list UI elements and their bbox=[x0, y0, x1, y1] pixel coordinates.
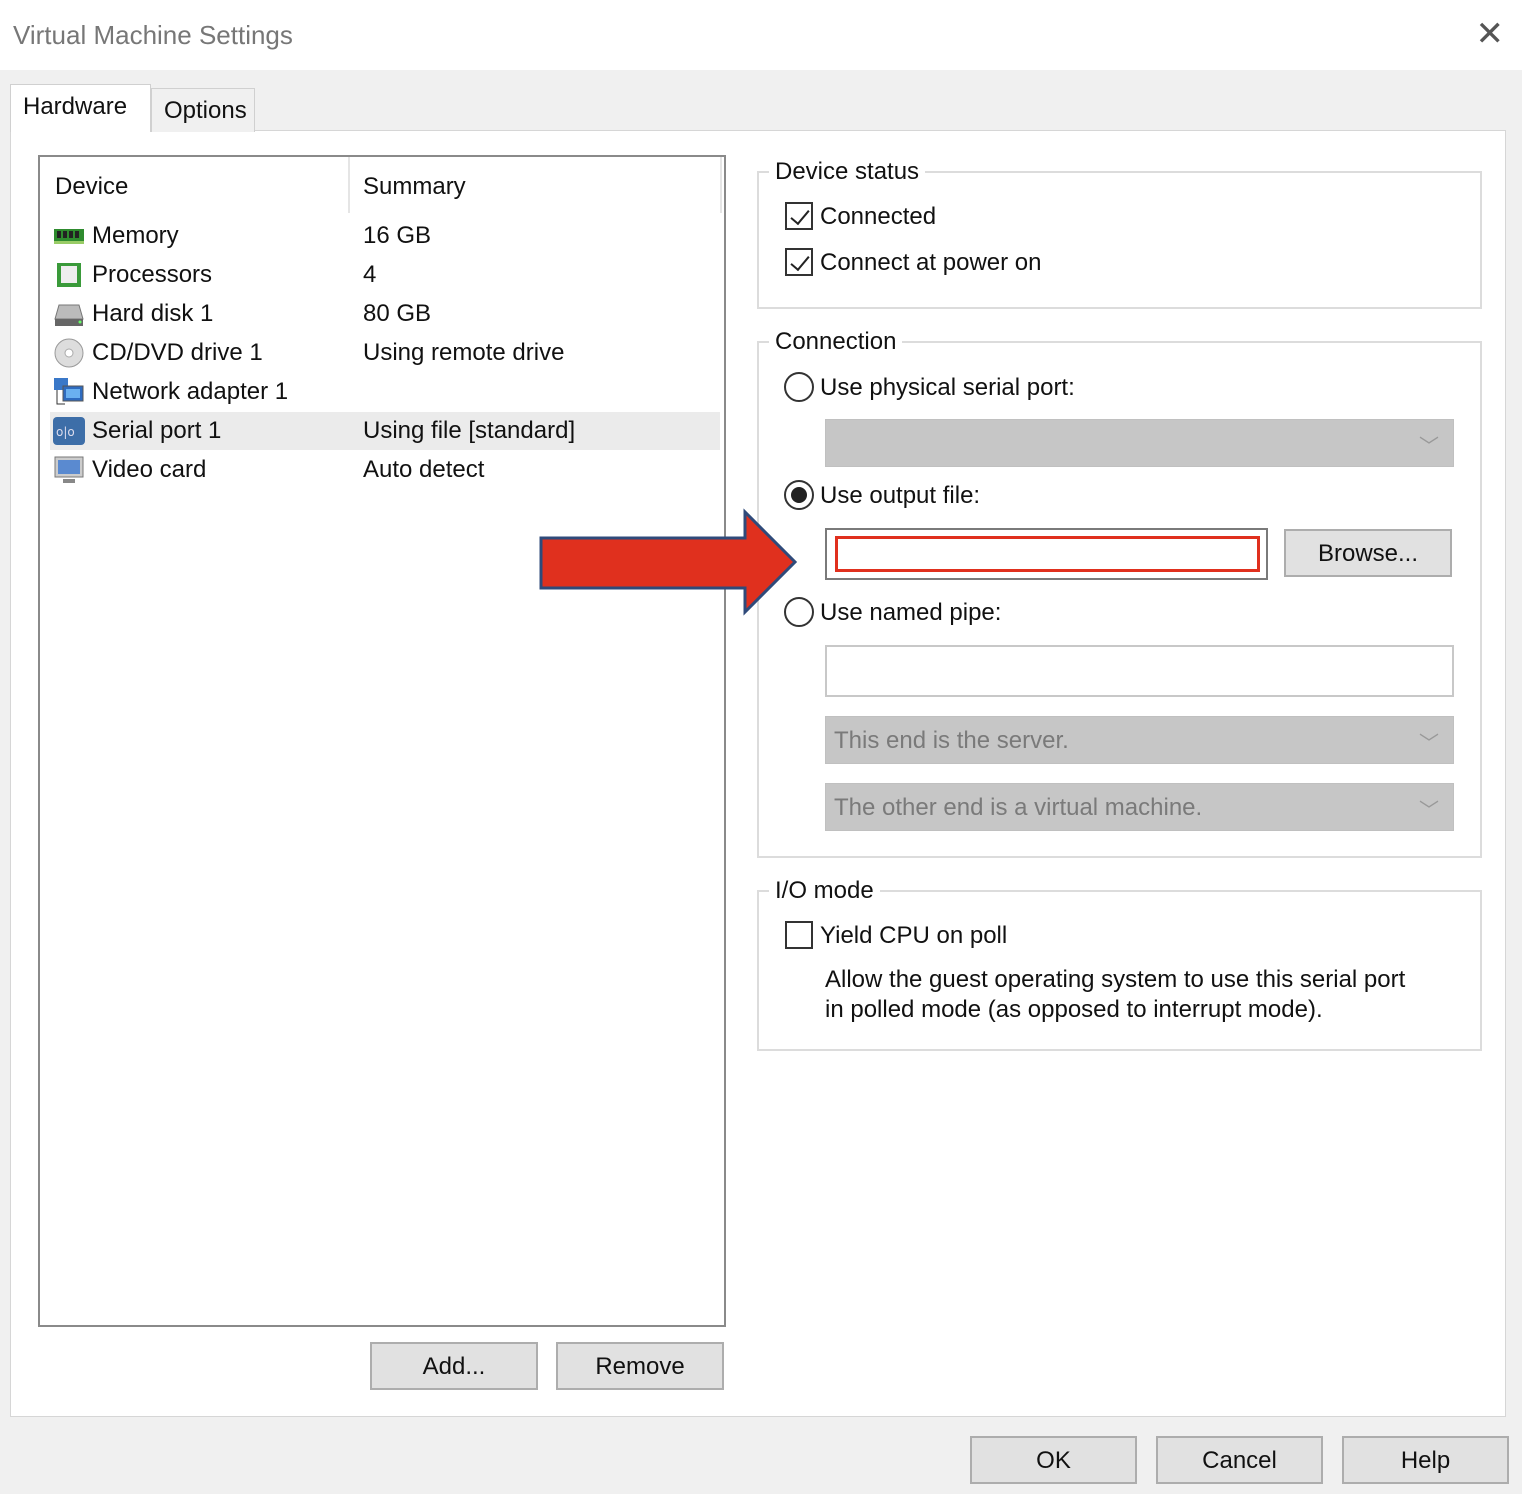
output-file-highlight[interactable] bbox=[835, 536, 1260, 572]
remove-button[interactable]: Remove bbox=[556, 1342, 724, 1390]
red-arrow-annotation bbox=[539, 508, 798, 616]
column-header-device[interactable]: Device bbox=[55, 173, 128, 201]
cancel-button[interactable]: Cancel bbox=[1156, 1436, 1323, 1484]
output-file-radio[interactable] bbox=[784, 480, 814, 510]
device-row-serial-port-1[interactable]: o|o Serial port 1 Using file [standard] bbox=[50, 412, 720, 450]
connection-group: Connection bbox=[757, 328, 1482, 858]
connect-at-power-on-checkbox[interactable] bbox=[785, 248, 813, 276]
device-summary: Auto detect bbox=[363, 456, 485, 483]
io-mode-group: I/O mode bbox=[757, 877, 1482, 1051]
connected-checkbox[interactable] bbox=[785, 202, 813, 230]
output-file-label[interactable]: Use output file: bbox=[820, 482, 980, 510]
device-row-network-adapter-1[interactable]: Network adapter 1 bbox=[50, 373, 720, 411]
device-summary: 16 GB bbox=[363, 222, 432, 249]
device-name: Serial port 1 bbox=[92, 417, 222, 444]
memory-icon bbox=[53, 221, 85, 251]
pipe-other-end-dropdown[interactable]: The other end is a virtual machine. ﹀ bbox=[825, 783, 1454, 831]
chevron-down-icon: ﹀ bbox=[1419, 800, 1439, 822]
named-pipe-input[interactable] bbox=[825, 645, 1454, 697]
device-row-processors[interactable]: Processors 4 bbox=[50, 256, 720, 294]
device-name: Video card bbox=[92, 456, 207, 483]
physical-port-dropdown[interactable]: ﹀ bbox=[825, 419, 1454, 467]
device-summary: 4 bbox=[363, 261, 377, 288]
video-card-icon bbox=[53, 455, 85, 485]
connect-at-power-on-label[interactable]: Connect at power on bbox=[820, 249, 1041, 277]
chevron-down-icon: ﹀ bbox=[1419, 436, 1439, 458]
device-row-memory[interactable]: Memory 16 GB bbox=[50, 217, 720, 255]
window-title: Virtual Machine Settings bbox=[13, 20, 293, 50]
yield-cpu-label[interactable]: Yield CPU on poll bbox=[820, 922, 1007, 950]
device-summary: 80 GB bbox=[363, 300, 432, 327]
device-summary: Using remote drive bbox=[363, 339, 565, 366]
device-summary: Using file [standard] bbox=[363, 417, 576, 444]
pipe-other-end-value: The other end is a virtual machine. bbox=[834, 794, 1203, 821]
device-status-legend: Device status bbox=[775, 158, 920, 185]
svg-text:o|o: o|o bbox=[56, 425, 75, 439]
device-name: Processors bbox=[92, 261, 213, 288]
processor-icon bbox=[53, 260, 85, 290]
device-row-video-card[interactable]: Video card Auto detect bbox=[50, 451, 720, 489]
device-name: Hard disk 1 bbox=[92, 300, 214, 327]
device-list[interactable]: Device Summary Memory 16 GB Processors 4 Har… bbox=[38, 155, 726, 1327]
io-mode-legend: I/O mode bbox=[775, 877, 874, 904]
physical-serial-port-radio[interactable] bbox=[784, 372, 814, 402]
column-divider[interactable] bbox=[348, 157, 350, 213]
tab-options[interactable]: Options bbox=[151, 88, 255, 132]
pipe-end-value: This end is the server. bbox=[834, 727, 1069, 754]
network-adapter-icon bbox=[53, 377, 85, 407]
add-button[interactable]: Add... bbox=[370, 1342, 538, 1390]
chevron-down-icon: ﹀ bbox=[1419, 733, 1439, 755]
device-name: CD/DVD drive 1 bbox=[92, 339, 263, 366]
yield-cpu-checkbox[interactable] bbox=[785, 921, 813, 949]
io-mode-description-1: Allow the guest operating system to use … bbox=[825, 966, 1406, 993]
device-name: Memory bbox=[92, 222, 179, 249]
device-row-cd-dvd-drive-1[interactable]: CD/DVD drive 1 Using remote drive bbox=[50, 334, 720, 372]
named-pipe-label[interactable]: Use named pipe: bbox=[820, 599, 1001, 627]
device-status-group: Device status bbox=[757, 158, 1482, 309]
column-header-summary[interactable]: Summary bbox=[363, 173, 466, 201]
connected-label[interactable]: Connected bbox=[820, 203, 936, 231]
physical-serial-port-label[interactable]: Use physical serial port: bbox=[820, 374, 1075, 402]
column-divider bbox=[720, 157, 722, 213]
hard-disk-icon bbox=[53, 299, 85, 329]
device-row-hard-disk-1[interactable]: Hard disk 1 80 GB bbox=[50, 295, 720, 333]
pipe-end-dropdown[interactable]: This end is the server. ﹀ bbox=[825, 716, 1454, 764]
connection-legend: Connection bbox=[775, 328, 897, 355]
browse-button[interactable]: Browse... bbox=[1284, 529, 1452, 577]
ok-button[interactable]: OK bbox=[970, 1436, 1137, 1484]
tab-hardware[interactable]: Hardware bbox=[10, 84, 151, 132]
help-button[interactable]: Help bbox=[1342, 1436, 1509, 1484]
output-file-input[interactable] bbox=[825, 528, 1268, 580]
device-name: Network adapter 1 bbox=[92, 378, 289, 405]
title-bar: Virtual Machine Settings ✕ bbox=[0, 0, 1522, 70]
io-mode-description-2: in polled mode (as opposed to interrupt … bbox=[825, 996, 1323, 1023]
cd-dvd-icon bbox=[53, 338, 85, 368]
serial-port-icon: o|o bbox=[53, 416, 85, 446]
close-icon[interactable]: ✕ bbox=[1476, 14, 1505, 54]
